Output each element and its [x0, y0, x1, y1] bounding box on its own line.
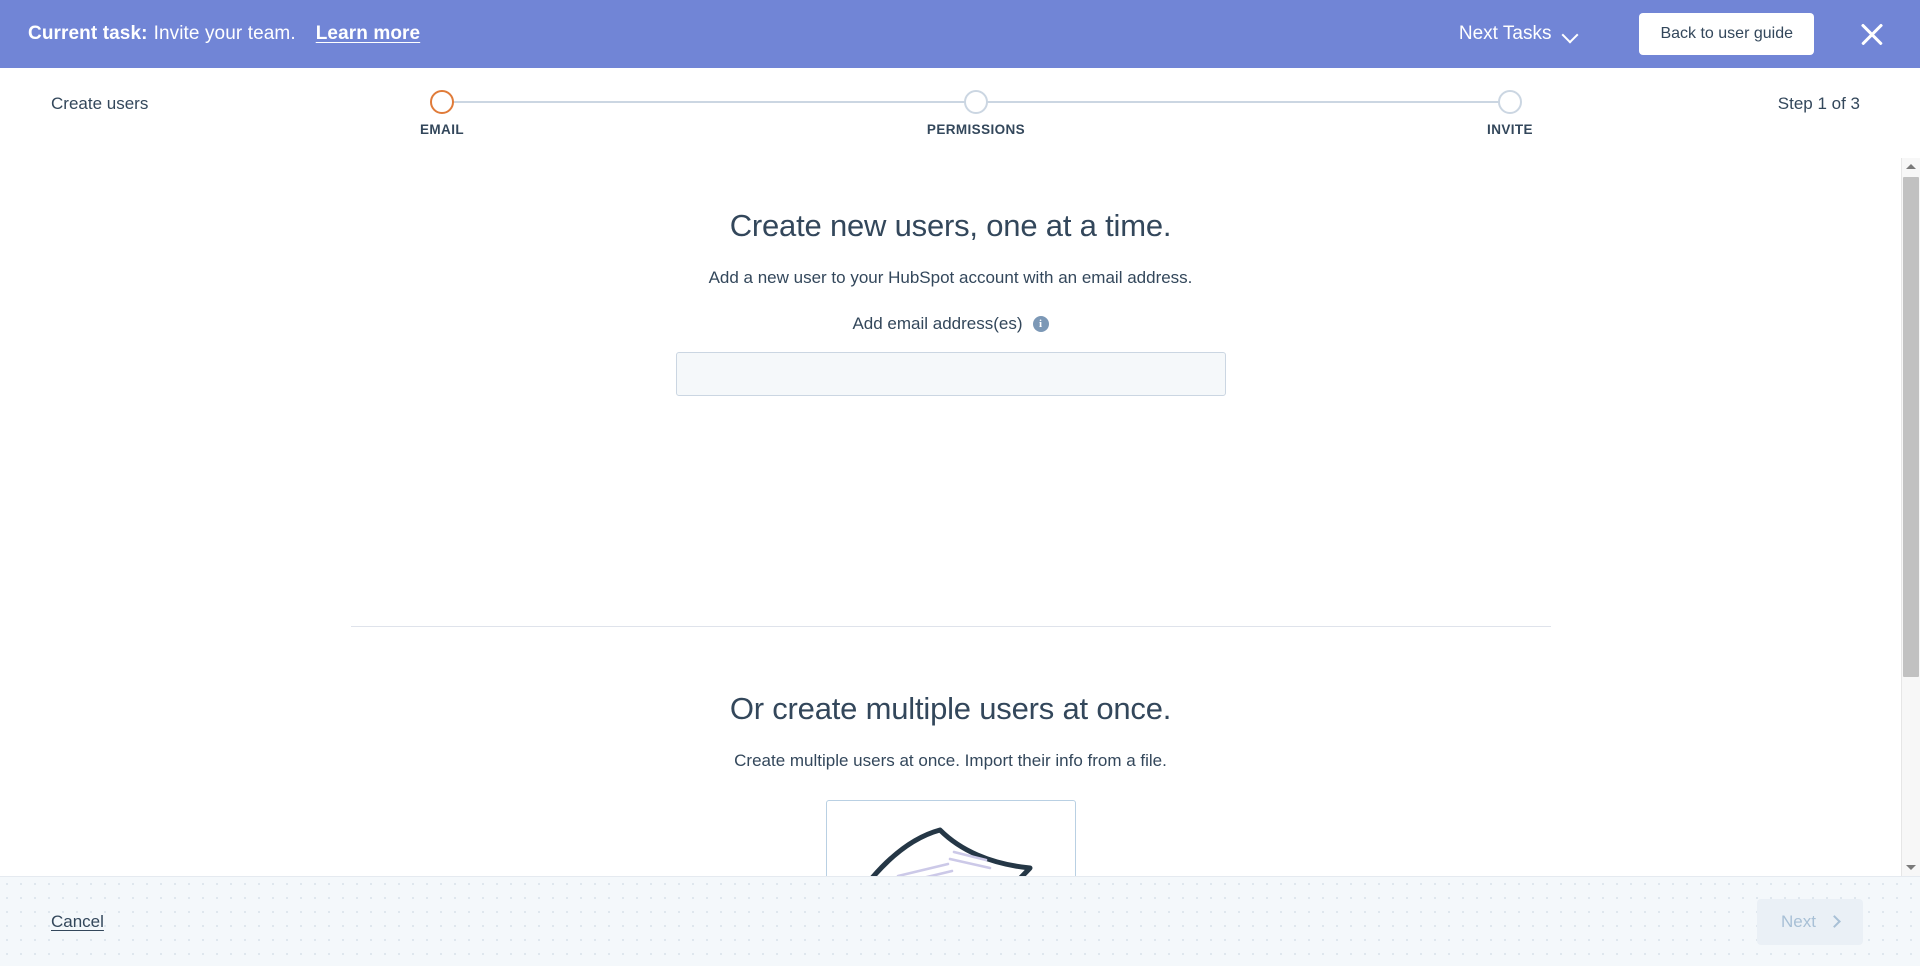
info-icon[interactable]: i: [1032, 316, 1049, 332]
scroll-down-arrow-icon[interactable]: [1902, 859, 1920, 876]
step-node-email[interactable]: [430, 90, 454, 114]
breadcrumb: Create users: [51, 94, 149, 113]
wizard-footer: Cancel Next: [0, 876, 1920, 966]
step-label-invite: INVITE: [1487, 122, 1533, 137]
wizard-header: Create users EMAIL PERMISSIONS INVITE St…: [0, 68, 1920, 158]
current-task-bar: Current task: Invite your team. Learn mo…: [0, 0, 1920, 68]
wizard-body: Create new users, one at a time. Add a n…: [0, 158, 1901, 876]
step-progress-indicator: EMAIL PERMISSIONS INVITE: [420, 78, 1533, 150]
next-tasks-label: Next Tasks: [1458, 23, 1552, 44]
step-counter: Step 1 of 3: [1777, 94, 1860, 113]
email-input[interactable]: [675, 352, 1226, 396]
next-tasks-dropdown[interactable]: Next Tasks: [1459, 23, 1580, 45]
current-task-name: Invite your team.: [153, 23, 296, 44]
current-task-text-group: Current task: Invite your team. Learn mo…: [28, 23, 420, 45]
step-node-permissions[interactable]: [964, 90, 988, 114]
cancel-button[interactable]: Cancel: [51, 912, 104, 932]
learn-more-link[interactable]: Learn more: [316, 23, 420, 45]
task-bar-actions: Next Tasks Back to user guide: [1459, 12, 1894, 56]
scroll-up-arrow-icon[interactable]: [1902, 158, 1920, 175]
step-label-email: EMAIL: [420, 122, 464, 137]
page-title: Create new users, one at a time.: [729, 208, 1172, 243]
step-connector-line-1: [452, 101, 972, 103]
back-to-user-guide-button[interactable]: Back to user guide: [1639, 13, 1814, 55]
email-field-label-row: Add email address(es) i: [0, 314, 1901, 334]
chevron-right-icon: [1828, 915, 1841, 928]
email-field-label: Add email address(es): [852, 314, 1023, 333]
page-subtitle: Add a new user to your HubSpot account w…: [708, 268, 1193, 287]
chevron-down-icon: [1563, 29, 1579, 39]
step-connector-line-2: [986, 101, 1506, 103]
step-label-permissions: PERMISSIONS: [926, 122, 1026, 137]
secondary-title: Or create multiple users at once.: [729, 691, 1172, 726]
secondary-subtitle: Create multiple users at once. Import th…: [734, 751, 1167, 770]
scrollbar-thumb[interactable]: [1903, 177, 1919, 677]
vertical-scrollbar[interactable]: [1901, 158, 1920, 876]
step-node-invite[interactable]: [1498, 90, 1522, 114]
create-users-panel: Create new users, one at a time. Add a n…: [0, 208, 1901, 876]
next-button-label: Next: [1781, 911, 1816, 931]
next-button[interactable]: Next: [1757, 898, 1863, 945]
document-illustration-icon: [869, 827, 1032, 876]
import-file-card[interactable]: [825, 800, 1076, 876]
section-divider: [350, 626, 1551, 627]
close-icon[interactable]: [1850, 12, 1894, 56]
current-task-label: Current task:: [28, 23, 148, 44]
